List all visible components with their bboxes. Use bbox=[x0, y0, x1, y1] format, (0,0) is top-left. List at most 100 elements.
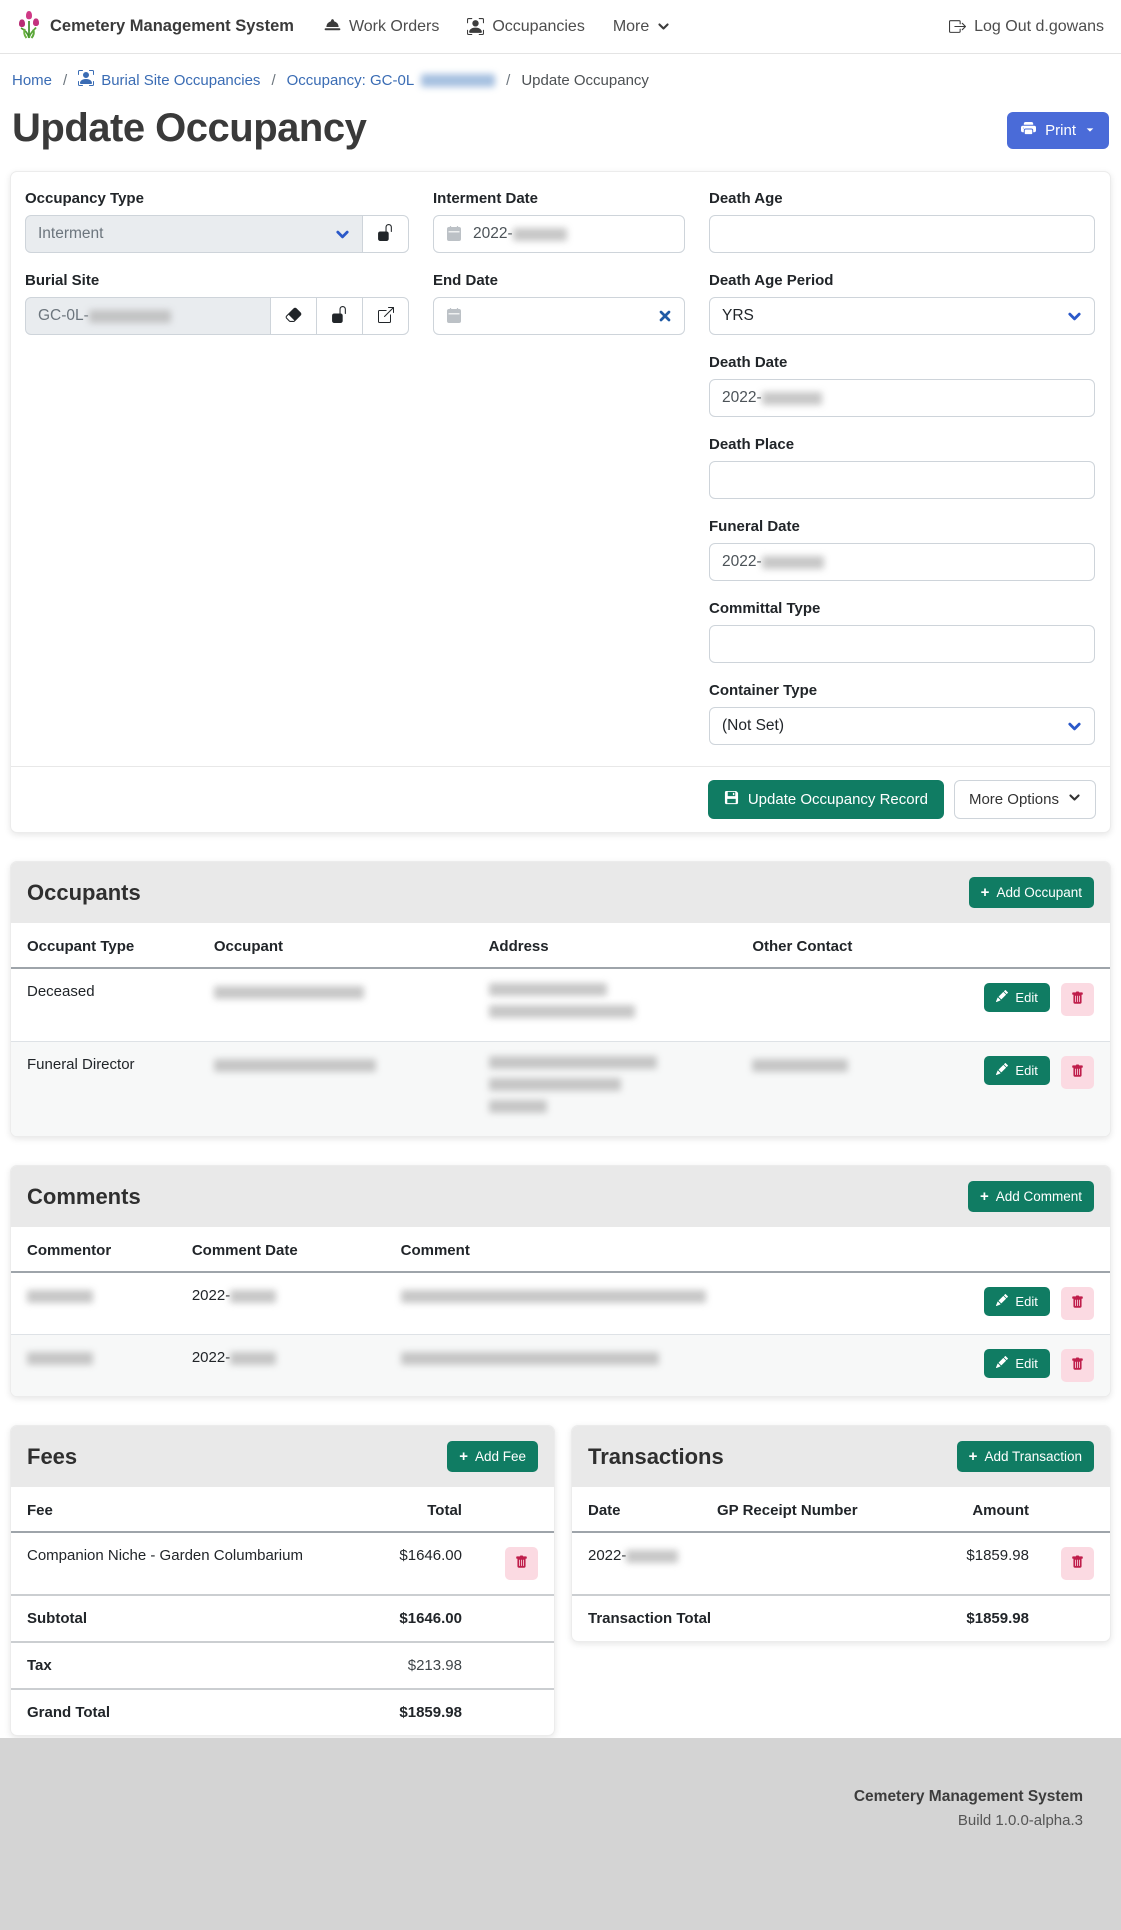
transactions-header: Transactions + Add Transaction bbox=[572, 1426, 1110, 1487]
occupant-name-cell bbox=[198, 1042, 473, 1137]
occupant-contact-cell bbox=[736, 968, 945, 1042]
occupancy-type-select[interactable]: Interment bbox=[25, 215, 363, 253]
pencil-icon bbox=[996, 1356, 1008, 1371]
redacted-text bbox=[513, 228, 567, 241]
transactions-section: Transactions + Add Transaction Date GP R… bbox=[571, 1425, 1111, 1642]
fees-title: Fees bbox=[27, 1444, 77, 1470]
occupant-edit-button[interactable]: Edit bbox=[984, 1056, 1049, 1085]
fees-header: Fees + Add Fee bbox=[11, 1426, 554, 1487]
nav-work-orders[interactable]: Work Orders bbox=[324, 18, 439, 36]
burial-site-lock-button[interactable] bbox=[316, 297, 363, 335]
column-header: Occupant bbox=[198, 923, 473, 968]
trash-icon bbox=[1071, 1555, 1084, 1572]
death-age-period-value: YRS bbox=[722, 307, 754, 325]
print-button[interactable]: Print bbox=[1007, 112, 1109, 149]
death-place-label: Death Place bbox=[709, 436, 1095, 453]
fee-delete-button[interactable] bbox=[505, 1547, 538, 1580]
transaction-total-row: Transaction Total $1859.98 bbox=[572, 1595, 1110, 1641]
table-row: 2022- $1859.98 bbox=[572, 1532, 1110, 1595]
logout-link[interactable]: Log Out d.gowans bbox=[949, 18, 1104, 36]
funeral-date-label: Funeral Date bbox=[709, 518, 1095, 535]
pencil-icon bbox=[996, 990, 1008, 1005]
interment-date-input[interactable]: 2022- bbox=[433, 215, 685, 253]
death-date-input[interactable]: 2022- bbox=[709, 379, 1095, 417]
nav-occupancies[interactable]: Occupancies bbox=[467, 18, 585, 36]
trash-icon bbox=[1071, 1064, 1084, 1081]
page-footer: Cemetery Management System Build 1.0.0-a… bbox=[0, 1738, 1121, 1930]
end-date-clear-button[interactable] bbox=[658, 309, 672, 323]
comment-delete-button[interactable] bbox=[1061, 1287, 1094, 1320]
add-transaction-button[interactable]: + Add Transaction bbox=[957, 1441, 1094, 1472]
occupants-section: Occupants + Add Occupant Occupant Type O… bbox=[10, 861, 1111, 1137]
burial-site-clear-button[interactable] bbox=[270, 297, 317, 335]
add-fee-button[interactable]: + Add Fee bbox=[447, 1441, 538, 1472]
burial-site-open-button[interactable] bbox=[362, 297, 409, 335]
occupancy-type-lock-button[interactable] bbox=[362, 215, 409, 253]
grand-total-label: Grand Total bbox=[11, 1689, 348, 1735]
occupancy-type-label: Occupancy Type bbox=[25, 190, 409, 207]
comment-delete-button[interactable] bbox=[1061, 1349, 1094, 1382]
title-row: Update Occupancy Print bbox=[0, 98, 1121, 171]
footer-build: Build 1.0.0-alpha.3 bbox=[0, 1812, 1083, 1829]
trash-icon bbox=[515, 1555, 528, 1572]
unlock-icon bbox=[377, 224, 394, 244]
funeral-date-input[interactable]: 2022- bbox=[709, 543, 1095, 581]
nav-more[interactable]: More bbox=[613, 18, 670, 36]
transaction-delete-button[interactable] bbox=[1061, 1547, 1094, 1580]
edit-label: Edit bbox=[1015, 1063, 1037, 1078]
column-header-actions bbox=[478, 1487, 554, 1532]
add-occupant-button[interactable]: + Add Occupant bbox=[969, 877, 1094, 908]
column-header: Comment Date bbox=[176, 1227, 385, 1272]
container-type-value: (Not Set) bbox=[722, 717, 784, 735]
grand-total-value: $1859.98 bbox=[348, 1689, 478, 1735]
redacted-text bbox=[489, 1078, 621, 1091]
death-place-input[interactable] bbox=[709, 461, 1095, 499]
table-row: Funeral Director Edit bbox=[11, 1042, 1110, 1137]
occupancy-type-value: Interment bbox=[38, 225, 103, 243]
brand-title: Cemetery Management System bbox=[50, 17, 294, 36]
table-row: 2022- Edit bbox=[11, 1272, 1110, 1335]
occupant-contact-cell bbox=[736, 1042, 945, 1137]
update-occupancy-record-button[interactable]: Update Occupancy Record bbox=[708, 780, 944, 819]
unlock-icon bbox=[331, 306, 348, 326]
more-options-button[interactable]: More Options bbox=[954, 780, 1096, 819]
box-arrow-right-icon bbox=[949, 18, 966, 35]
breadcrumb-occupancy[interactable]: Occupancy: GC-0L bbox=[287, 72, 496, 89]
fees-subtotal-row: Subtotal $1646.00 bbox=[11, 1595, 554, 1642]
container-type-select[interactable]: (Not Set) bbox=[709, 707, 1095, 745]
caret-down-icon bbox=[1085, 122, 1095, 139]
burial-site-input[interactable]: GC-0L- bbox=[25, 297, 271, 335]
comment-edit-button[interactable]: Edit bbox=[984, 1287, 1049, 1316]
death-age-period-select[interactable]: YRS bbox=[709, 297, 1095, 335]
occupant-address-cell bbox=[473, 1042, 737, 1137]
column-header: Address bbox=[473, 923, 737, 968]
breadcrumb-home[interactable]: Home bbox=[12, 72, 52, 89]
occupant-edit-button[interactable]: Edit bbox=[984, 983, 1049, 1012]
occupant-delete-button[interactable] bbox=[1061, 1056, 1094, 1089]
comment-edit-button[interactable]: Edit bbox=[984, 1349, 1049, 1378]
edit-label: Edit bbox=[1015, 990, 1037, 1005]
breadcrumb-burial-site-occupancies[interactable]: Burial Site Occupancies bbox=[78, 70, 260, 90]
transactions-table: Date GP Receipt Number Amount 2022- $185… bbox=[572, 1487, 1110, 1641]
redacted-text bbox=[626, 1550, 678, 1563]
table-row: 2022- Edit bbox=[11, 1335, 1110, 1397]
person-bounding-box-icon bbox=[467, 18, 484, 35]
committal-type-input[interactable] bbox=[709, 625, 1095, 663]
comments-header: Comments + Add Comment bbox=[11, 1166, 1110, 1227]
committal-type-label: Committal Type bbox=[709, 600, 1095, 617]
add-comment-button[interactable]: + Add Comment bbox=[968, 1181, 1094, 1212]
fees-transactions-row: Fees + Add Fee Fee Total Compa bbox=[10, 1425, 1111, 1736]
column-header: Occupant Type bbox=[11, 923, 198, 968]
trash-icon bbox=[1071, 1357, 1084, 1374]
death-age-input[interactable] bbox=[709, 215, 1095, 253]
page-title: Update Occupancy bbox=[12, 106, 366, 151]
comments-section: Comments + Add Comment Commentor Comment… bbox=[10, 1165, 1111, 1397]
tax-value: $213.98 bbox=[348, 1642, 478, 1689]
death-age-label: Death Age bbox=[709, 190, 1095, 207]
end-date-input[interactable] bbox=[433, 297, 685, 335]
occupant-delete-button[interactable] bbox=[1061, 983, 1094, 1016]
add-comment-label: Add Comment bbox=[996, 1189, 1082, 1204]
transaction-total-label: Transaction Total bbox=[572, 1595, 927, 1641]
redacted-text bbox=[214, 1059, 376, 1072]
occupant-address-cell bbox=[473, 968, 737, 1042]
